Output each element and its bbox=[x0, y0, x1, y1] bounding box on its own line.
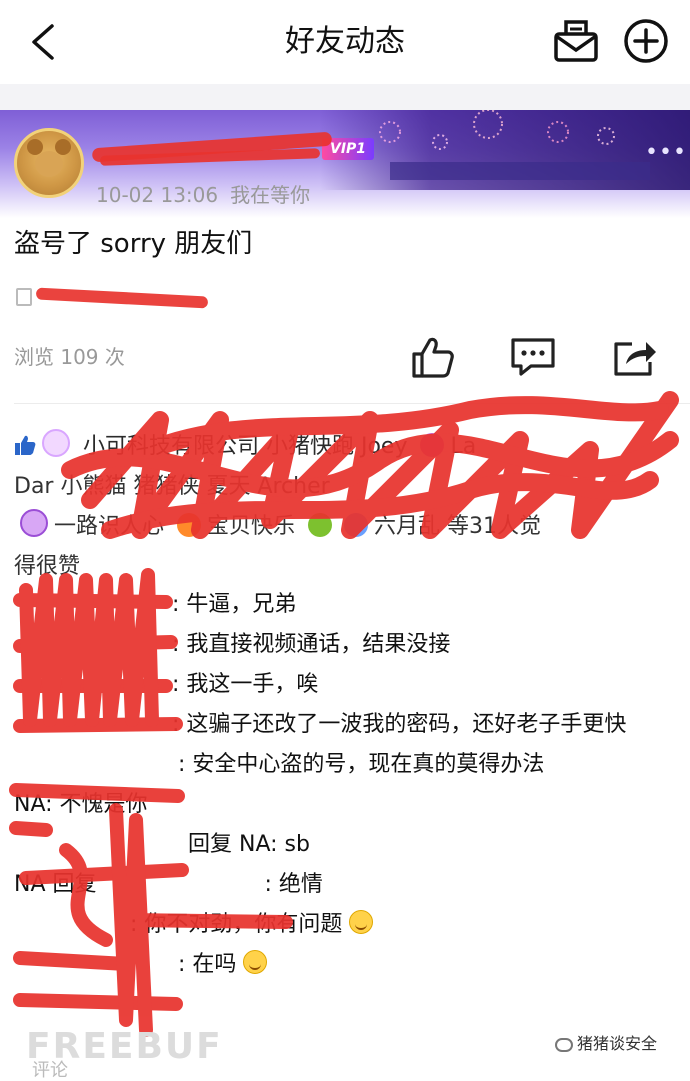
likes-suffix: 得很赞 bbox=[14, 554, 81, 579]
more-icon[interactable]: ••• bbox=[645, 140, 687, 165]
user-badge-icon bbox=[20, 509, 48, 537]
comment-text-suffix: : 绝情 bbox=[264, 872, 323, 897]
comment-item[interactable]: 回复 NA: sb bbox=[14, 825, 684, 865]
post-mood: 我在等你 bbox=[230, 183, 311, 207]
comment-item[interactable]: : 我直接视频通话，结果没接 bbox=[14, 625, 684, 665]
plus-circle-icon[interactable] bbox=[622, 17, 670, 65]
view-count: 浏览 109 次 bbox=[14, 345, 125, 369]
fireworks-graphic bbox=[379, 110, 650, 180]
comment-text: 回复 NA: sb bbox=[188, 832, 310, 857]
comment-item[interactable]: : 我这一手，唉 bbox=[14, 665, 684, 705]
comment-text: : 安全中心盗的号，现在真的莫得办法 bbox=[178, 752, 545, 777]
wechat-icon bbox=[555, 1038, 573, 1052]
wink-emoji-icon bbox=[243, 950, 268, 974]
redaction-mark bbox=[35, 287, 209, 309]
comment-text: : 牛逼，兄弟 bbox=[172, 592, 297, 617]
post-text: 盗号了 sorry 朋友们 bbox=[14, 229, 253, 259]
comment-item[interactable]: : 这骗子还改了一波我的密码，还好老子手更快 bbox=[14, 705, 684, 745]
comment-item[interactable]: : 在吗 bbox=[14, 945, 684, 985]
user-badge-icon bbox=[42, 429, 70, 457]
comment-icon[interactable] bbox=[509, 334, 557, 380]
user-badge-icon bbox=[177, 513, 201, 537]
comment-label: 评论 bbox=[32, 1060, 68, 1081]
post-meta: 10-02 13:06 我在等你 bbox=[96, 181, 310, 209]
post-time: 10-02 13:06 bbox=[96, 183, 219, 207]
brand-label: 猪猪谈安全 bbox=[555, 1033, 657, 1055]
comment-text: : 你不对劲，你有问题 bbox=[130, 912, 343, 937]
share-icon[interactable] bbox=[610, 334, 658, 380]
likes-count: 31人觉 bbox=[469, 514, 541, 539]
user-badge-icon bbox=[344, 513, 368, 537]
comment-text: : 我这一手，唉 bbox=[172, 672, 319, 697]
section-gap bbox=[0, 84, 690, 110]
avatar[interactable] bbox=[14, 128, 84, 198]
comment-list: : 牛逼，兄弟 : 我直接视频通话，结果没接 : 我这一手，唉 : 这骗子还改了… bbox=[14, 585, 684, 985]
comment-text: : 不愧是你 bbox=[45, 792, 148, 817]
comment-item[interactable]: : 你不对劲，你有问题 bbox=[14, 905, 684, 945]
comment-item[interactable]: NA: 不愧是你 bbox=[14, 785, 684, 825]
likes-list: 小可科技有限公司 小猪快跑 Joey La Dar 小熊猫 猪猪侠 夏天 Arc… bbox=[14, 427, 679, 587]
user-badge-icon bbox=[308, 513, 332, 537]
comment-author: NA bbox=[14, 792, 46, 817]
like-thumb-icon bbox=[15, 435, 36, 455]
comment-item[interactable]: : 安全中心盗的号，现在真的莫得办法 bbox=[14, 745, 684, 785]
device-icon bbox=[16, 288, 32, 306]
comment-text: : 我直接视频通话，结果没接 bbox=[172, 632, 451, 657]
divider bbox=[14, 403, 690, 404]
mailbox-icon[interactable] bbox=[552, 18, 600, 64]
smile-emoji-icon bbox=[349, 910, 374, 934]
comment-text: : 在吗 bbox=[178, 952, 237, 977]
comment-text: NA 回复 bbox=[14, 872, 97, 897]
like-icon[interactable] bbox=[408, 334, 456, 380]
user-badge-icon bbox=[420, 433, 445, 457]
top-nav-bar: 好友动态 bbox=[0, 0, 690, 84]
comment-item[interactable]: : 牛逼，兄弟 bbox=[14, 585, 684, 625]
comment-text: : 这骗子还改了一波我的密码，还好老子手更快 bbox=[172, 712, 627, 737]
comment-item[interactable]: NA 回复 : 绝情 bbox=[14, 865, 684, 905]
